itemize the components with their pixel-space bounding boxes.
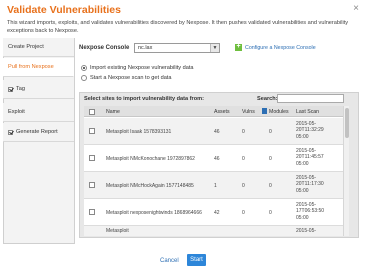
last-scan-line: 20T11:17:30 <box>296 181 324 188</box>
last-scan-line: 05:00 <box>296 187 309 194</box>
select-all-checkbox[interactable] <box>89 109 95 115</box>
console-select[interactable]: nc.lax ▼ <box>134 43 220 53</box>
table-header: Name Assets Vulns Modules Last Scan <box>84 106 343 117</box>
nav-item-tag[interactable]: Tag <box>3 80 74 99</box>
site-assets: 46 <box>214 156 220 162</box>
table-row[interactable]: Metasploit NMcKonochane 1972897862 46 0 … <box>84 145 343 172</box>
nav-item-label: Exploit <box>8 109 25 115</box>
nav-item-exploit[interactable]: Exploit <box>3 103 74 122</box>
sites-label: Select sites to import vulnerability dat… <box>84 96 204 102</box>
nav-item-label: Pull from Nexpose <box>8 64 54 70</box>
last-scan-line: 20T11:45:57 <box>296 154 324 161</box>
table-row[interactable]: Metasploit Isaak 1578393131 46 0 0 2015-… <box>84 118 343 145</box>
last-scan-line: 05:00 <box>296 160 309 167</box>
last-scan-line: 17T06:53:50 <box>296 208 325 215</box>
site-modules: 0 <box>269 129 272 135</box>
column-header-vulns[interactable]: Vulns <box>242 109 255 115</box>
nav-item-label: Tag <box>16 86 26 92</box>
site-modules: 0 <box>269 210 272 216</box>
site-name: Metasploit NMcHockAgain 1577148485 <box>106 183 194 189</box>
column-header-last-scan[interactable]: Last Scan <box>296 109 319 115</box>
import-existing-option[interactable]: Import existing Nexpose vulnerability da… <box>81 65 194 71</box>
search-input[interactable] <box>277 94 344 103</box>
metasploit-icon <box>262 108 267 114</box>
row-checkbox[interactable] <box>89 209 95 215</box>
table-row[interactable]: Metasploit nexposenightwinds 1868964666 … <box>84 199 343 226</box>
console-selected-value: nc.lax <box>138 45 153 51</box>
row-checkbox[interactable] <box>89 155 95 161</box>
radio-button[interactable] <box>81 65 87 71</box>
site-vulns: 0 <box>242 183 245 189</box>
last-scan-line: 20T11:32:29 <box>296 127 324 134</box>
column-header-name[interactable]: Name <box>106 109 120 115</box>
nav-item-pull-from-nexpose[interactable]: Pull from Nexpose <box>3 58 74 77</box>
add-icon[interactable]: + <box>235 43 242 51</box>
site-assets: 46 <box>214 129 220 135</box>
dialog-description: This wizard imports, exploits, and valid… <box>7 20 349 34</box>
site-modules: 0 <box>269 156 272 162</box>
nav-item-label: Create Project <box>8 44 44 50</box>
last-scan-line: 05:00 <box>296 133 309 140</box>
radio-button[interactable] <box>81 75 87 81</box>
configure-console-link[interactable]: Configure a Nexpose Console <box>245 45 316 51</box>
nav-item-create-project[interactable]: Create Project <box>3 38 74 57</box>
site-vulns: 0 <box>242 210 245 216</box>
site-assets: 1 <box>214 183 217 189</box>
site-name: Metasploit Isaak 1578393131 <box>106 129 172 135</box>
start-scan-label: Start a Nexpose scan to get data <box>90 75 172 81</box>
site-last-scan: 2015-05- 20T11:17:30 05:00 <box>296 175 324 194</box>
dialog-footer <box>0 246 367 272</box>
last-scan-line: 05:00 <box>296 214 309 221</box>
checkmark-icon <box>8 129 13 135</box>
close-icon[interactable]: × <box>353 3 359 14</box>
site-assets: 42 <box>214 210 220 216</box>
nav-item-generate-report[interactable]: Generate Report <box>3 123 74 142</box>
console-label: Nexpose Console <box>79 45 130 51</box>
cancel-button[interactable]: Cancel <box>160 258 179 264</box>
table-row[interactable]: Metasploit 2015-05- <box>84 226 343 236</box>
start-button[interactable]: Start <box>187 254 206 266</box>
search-label: Search: <box>257 96 278 102</box>
row-checkbox[interactable] <box>89 182 95 188</box>
row-checkbox[interactable] <box>89 128 95 134</box>
start-scan-option[interactable]: Start a Nexpose scan to get data <box>81 75 171 81</box>
site-name: Metasploit NMcKonochane 1972897862 <box>106 156 195 162</box>
checkmark-icon <box>8 86 13 92</box>
site-name: Metasploit nexposenightwinds 1868964666 <box>106 210 202 216</box>
site-vulns: 0 <box>242 129 245 135</box>
site-modules: 0 <box>269 183 272 189</box>
nav-item-label: Generate Report <box>16 129 58 135</box>
column-header-assets[interactable]: Assets <box>214 109 230 115</box>
column-header-modules[interactable]: Modules <box>269 109 289 115</box>
site-name: Metasploit <box>106 228 129 234</box>
site-last-scan: 2015-05- 20T11:45:57 05:00 <box>296 148 324 167</box>
site-vulns: 0 <box>242 156 245 162</box>
scrollbar-thumb[interactable] <box>345 108 349 138</box>
site-last-scan: 2015-05- <box>296 228 317 234</box>
table-scrollbar[interactable] <box>343 106 349 236</box>
dialog-title: Validate Vulnerabilities <box>7 4 121 16</box>
chevron-down-icon: ▼ <box>210 44 219 52</box>
site-last-scan: 2015-05- 17T06:53:50 05:00 <box>296 202 324 221</box>
import-existing-label: Import existing Nexpose vulnerability da… <box>90 65 194 71</box>
site-last-scan: 2015-05- 20T11:32:29 05:00 <box>296 121 324 140</box>
table-row[interactable]: Metasploit NMcHockAgain 1577148485 1 0 0… <box>84 172 343 199</box>
